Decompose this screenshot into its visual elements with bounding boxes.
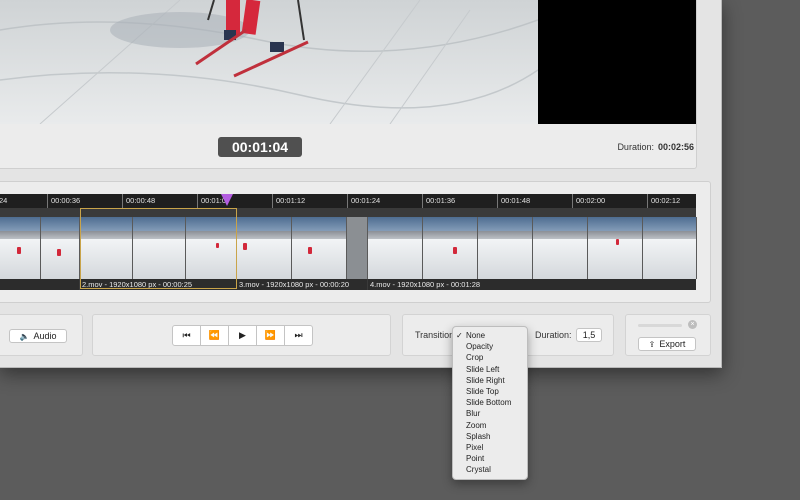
- clip-thumbnail: [0, 217, 41, 279]
- clip-thumbnail: [347, 217, 368, 279]
- play-button[interactable]: ▶: [229, 326, 257, 345]
- clip-3[interactable]: 3.mov - 1920x1080 px - 00:00:20: [237, 208, 368, 290]
- skip-to-start-button[interactable]: ⏮: [173, 326, 201, 345]
- menu-item-pixel[interactable]: Pixel: [453, 442, 527, 453]
- audio-button-label: Audio: [33, 331, 57, 341]
- menu-item-label: Zoom: [466, 420, 487, 430]
- clip-thumbnail: [80, 217, 133, 279]
- current-timecode: 00:01:04: [218, 137, 302, 157]
- rewind-button[interactable]: ⏪: [201, 326, 229, 345]
- clip-thumbnail: [292, 217, 347, 279]
- clip-thumbnail: [643, 217, 697, 279]
- cancel-export-icon[interactable]: ×: [688, 320, 697, 329]
- video-letterbox: [538, 0, 696, 124]
- play-icon: ▶: [239, 330, 246, 340]
- export-button[interactable]: ⇪ Export: [638, 337, 696, 351]
- menu-item-slide-top[interactable]: Slide Top: [453, 386, 527, 397]
- menu-item-label: Pixel: [466, 442, 484, 452]
- clip-thumbnail: [41, 217, 80, 279]
- playhead-marker[interactable]: [221, 194, 233, 206]
- menu-item-zoom[interactable]: Zoom: [453, 420, 527, 431]
- menu-item-label: Slide Right: [466, 375, 505, 385]
- export-progress-track: [638, 324, 682, 327]
- skip-to-start-icon: ⏮: [182, 330, 191, 340]
- clip-thumbnail: [186, 217, 238, 279]
- menu-item-slide-right[interactable]: Slide Right: [453, 375, 527, 386]
- app-window: 00:01:04 Duration:00:02:56 24 00:00:36 0…: [0, 0, 722, 368]
- menu-item-blur[interactable]: Blur: [453, 408, 527, 419]
- menu-item-crop[interactable]: Crop: [453, 352, 527, 363]
- clip-thumbnail: [237, 217, 292, 279]
- ruler-tick: 00:02:00: [572, 194, 605, 208]
- clip-2[interactable]: 2.mov - 1920x1080 px - 00:00:25: [80, 208, 238, 290]
- menu-item-label: Point: [466, 454, 485, 464]
- total-duration: Duration: 00:02:56: [584, 142, 694, 152]
- transport-controls: ⏮ ⏪ ▶ ⏩ ⏭: [172, 325, 313, 346]
- duration-value: 00:02:56: [657, 142, 694, 152]
- menu-item-label: Slide Top: [466, 386, 499, 396]
- menu-item-crystal[interactable]: Crystal: [453, 464, 527, 475]
- menu-item-label: Slide Left: [466, 364, 500, 374]
- clip-4[interactable]: 4.mov - 1920x1080 px - 00:01:28: [368, 208, 697, 290]
- video-preview[interactable]: [0, 0, 538, 124]
- preview-panel: 00:01:04 Duration: 00:02:56: [0, 0, 697, 169]
- menu-item-splash[interactable]: Splash: [453, 431, 527, 442]
- video-track[interactable]: 2.mov - 1920x1080 px - 00:00:25 3.mov - …: [0, 208, 697, 290]
- menu-item-label: Opacity: [466, 342, 494, 352]
- export-bar: × ⇪ Export: [625, 314, 711, 356]
- clip-caption: 4.mov - 1920x1080 px - 00:01:28: [368, 279, 696, 290]
- ruler-tick: 00:01:24: [347, 194, 380, 208]
- skip-to-end-icon: ⏭: [294, 330, 303, 340]
- clip-thumbnail: [478, 217, 533, 279]
- audio-bar: 🔈 Audio: [0, 314, 83, 356]
- transition-dropdown-menu: ✓ None Opacity Crop Slide Left Slide Righ…: [452, 326, 528, 480]
- menu-item-label: Slide Bottom: [466, 398, 512, 408]
- menu-item-label: Blur: [466, 409, 481, 419]
- clip-thumbnail: [533, 217, 588, 279]
- transition-duration-value: 1,5: [582, 330, 596, 340]
- clip-thumbnail: [588, 217, 643, 279]
- fast-forward-button[interactable]: ⏩: [257, 326, 285, 345]
- menu-item-label: Crop: [466, 353, 484, 363]
- menu-item-point[interactable]: Point: [453, 453, 527, 464]
- menu-item-label: None: [466, 331, 486, 340]
- menu-item-label: Splash: [466, 431, 491, 441]
- rewind-icon: ⏪: [208, 330, 221, 340]
- clip-caption: 2.mov - 1920x1080 px - 00:00:25: [80, 279, 237, 290]
- ruler-tick: 00:00:36: [47, 194, 80, 208]
- transition-duration-label: Duration:: [535, 330, 572, 340]
- ruler-tick: 24: [0, 196, 8, 205]
- transition-label: Transition:: [415, 330, 457, 340]
- clip-thumbnail: [133, 217, 186, 279]
- clip-caption: 3.mov - 1920x1080 px - 00:00:20: [237, 279, 367, 290]
- ruler-tick: 00:00:48: [122, 194, 155, 208]
- skip-to-end-button[interactable]: ⏭: [285, 326, 312, 345]
- menu-item-slide-left[interactable]: Slide Left: [453, 364, 527, 375]
- duration-label: Duration:: [617, 142, 654, 152]
- ski-scene-image: [0, 0, 538, 124]
- timeline-ruler[interactable]: 24 00:00:36 00:00:48 00:01:0 00:01:12 00…: [0, 194, 696, 208]
- menu-item-label: Crystal: [466, 465, 491, 475]
- speaker-icon: 🔈: [19, 332, 30, 341]
- menu-item-slide-bottom[interactable]: Slide Bottom: [453, 397, 527, 408]
- checkmark-icon: ✓: [456, 331, 463, 340]
- ruler-tick: 00:01:48: [497, 194, 530, 208]
- export-button-label: Export: [659, 339, 686, 349]
- menu-item-none[interactable]: ✓ None: [453, 330, 527, 341]
- menu-item-opacity[interactable]: Opacity: [453, 341, 527, 352]
- clip-thumbnail: [423, 217, 478, 279]
- clip-caption: [0, 279, 79, 290]
- ruler-tick: 00:01:12: [272, 194, 305, 208]
- transition-duration-field[interactable]: 1,5: [576, 328, 602, 342]
- ruler-tick: 00:02:12: [647, 194, 680, 208]
- share-icon: ⇪: [648, 340, 656, 349]
- clip-1[interactable]: [0, 208, 80, 290]
- audio-button[interactable]: 🔈 Audio: [9, 329, 67, 343]
- ruler-tick: 00:01:36: [422, 194, 455, 208]
- clip-thumbnail: [368, 217, 423, 279]
- fast-forward-icon: ⏩: [264, 330, 277, 340]
